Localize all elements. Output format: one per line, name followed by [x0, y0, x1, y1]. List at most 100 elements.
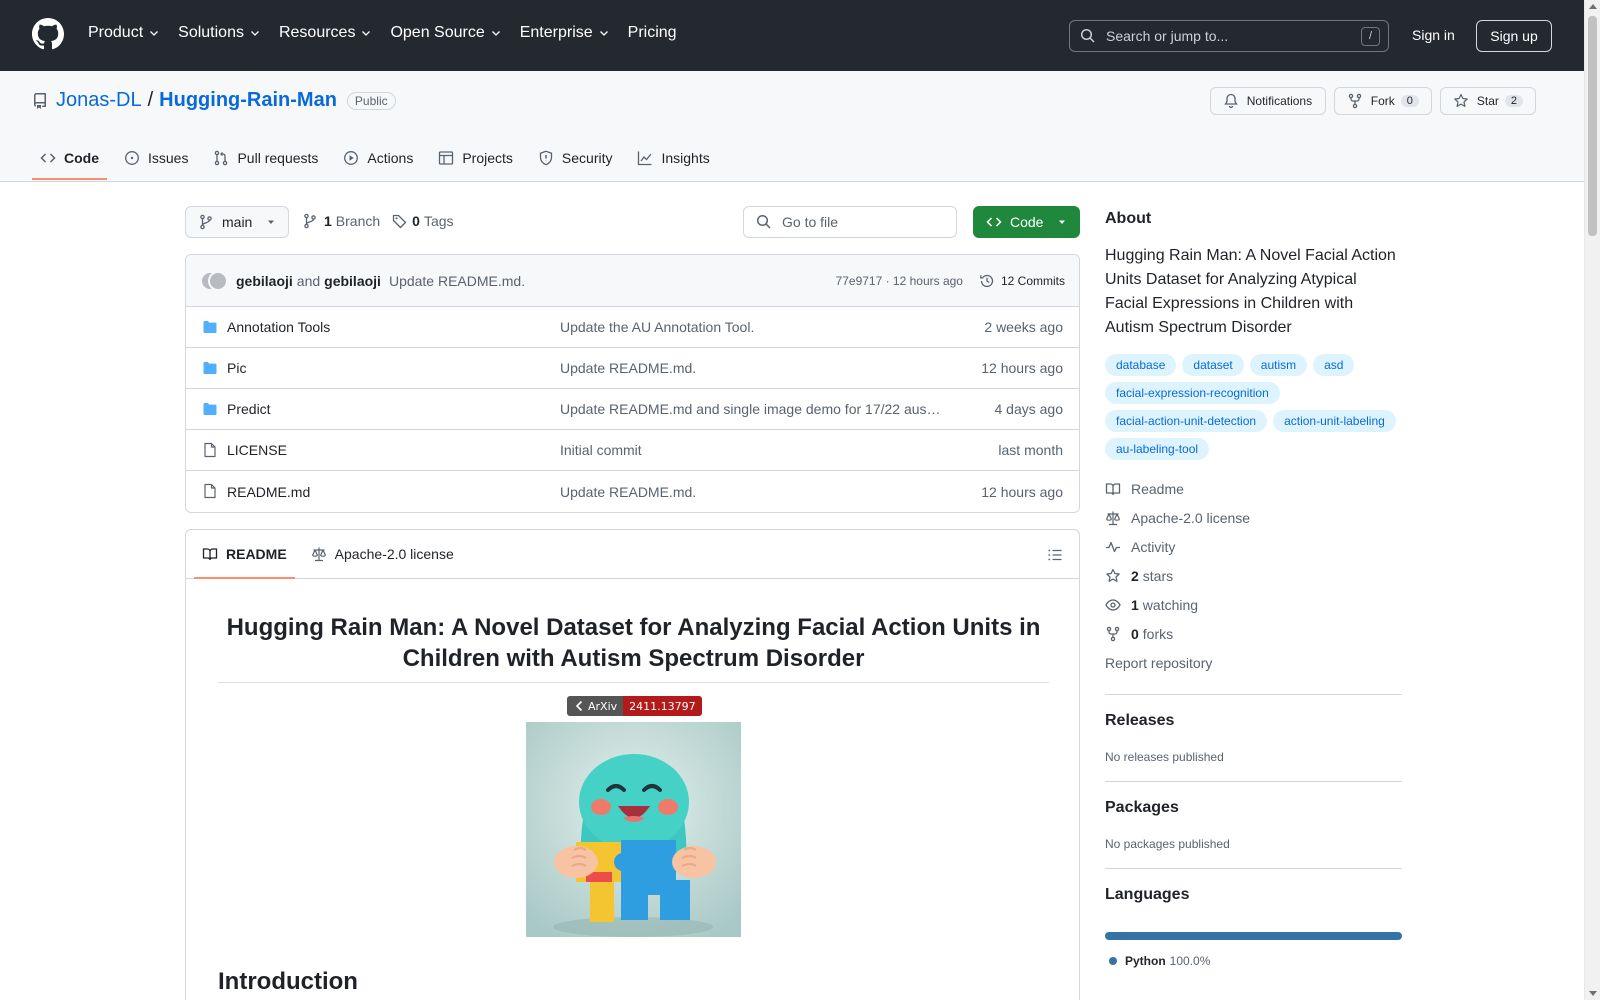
tab-label: README [226, 546, 287, 562]
file-row[interactable]: LICENSE Initial commit last month [186, 430, 1079, 471]
file-icon-wrap [202, 483, 218, 499]
file-name[interactable]: Pic [227, 360, 246, 376]
file-commit-message[interactable]: Update the AU Annotation Tool. [560, 319, 945, 335]
report-repository-link[interactable]: Report repository [1105, 648, 1402, 677]
code-icon [40, 153, 56, 163]
scrollbar-thumb[interactable] [1588, 16, 1597, 236]
packages-heading[interactable]: Packages [1105, 799, 1402, 817]
watching-link[interactable]: 1 watching [1105, 590, 1402, 619]
tags-link[interactable]: 0 Tags [392, 213, 454, 229]
file-commit-message[interactable]: Update README.md and single image demo f… [560, 401, 945, 417]
file-icon [204, 483, 216, 499]
tab-actions[interactable]: Actions [335, 136, 421, 180]
tab-security[interactable]: Security [530, 136, 621, 180]
repo-owner-link[interactable]: Jonas-DL [56, 89, 142, 112]
nav-pricing[interactable]: Pricing [628, 24, 677, 42]
arxiv-badge[interactable]: ArXiv 2411.13797 [567, 696, 702, 716]
page-scrollbar[interactable] [1584, 0, 1600, 1000]
topic-tag[interactable]: facial-action-unit-detection [1105, 410, 1268, 432]
table-icon [439, 151, 454, 165]
arxiv-badge-label: ArXiv [567, 696, 624, 716]
search-input[interactable]: Search or jump to... / [1069, 20, 1389, 52]
topic-tag[interactable]: autism [1249, 354, 1308, 376]
watching-count: 1 [1131, 596, 1139, 613]
notifications-button[interactable]: Notifications [1209, 87, 1326, 115]
topic-tag[interactable]: action-unit-labeling [1273, 410, 1396, 432]
nav-product[interactable]: Product [88, 24, 160, 42]
topic-tag[interactable]: asd [1313, 354, 1355, 376]
file-commit-message[interactable]: Update README.md. [560, 360, 945, 376]
topic-tag[interactable]: database [1105, 354, 1177, 376]
commit-author[interactable]: gebilaoji [236, 273, 293, 289]
readme-panel: README Apache-2.0 license Hugging Rain M… [185, 529, 1080, 1000]
file-date: 12 hours ago [981, 360, 1063, 376]
sign-in-link[interactable]: Sign in [1412, 27, 1455, 43]
file-row[interactable]: Annotation Tools Update the AU Annotation… [186, 307, 1079, 348]
license-link[interactable]: Apache-2.0 license [1105, 503, 1402, 532]
star-count: 2 [1504, 95, 1523, 107]
file-name[interactable]: Annotation Tools [227, 319, 330, 335]
tab-license[interactable]: Apache-2.0 license [303, 530, 462, 579]
list-unordered-icon[interactable] [1047, 547, 1063, 563]
tab-projects[interactable]: Projects [430, 136, 521, 180]
scroll-up-icon[interactable] [1589, 4, 1597, 9]
branches-link[interactable]: 1 Branch [302, 213, 380, 229]
file-date: 2 weeks ago [984, 319, 1063, 335]
star-icon [1106, 568, 1120, 582]
go-to-file-input[interactable]: Go to file [743, 206, 957, 238]
tab-readme[interactable]: README [194, 530, 295, 579]
commits-link[interactable]: 12 Commits [979, 273, 1065, 289]
stars-link[interactable]: 2 stars [1105, 561, 1402, 590]
folder-icon [203, 321, 217, 333]
tab-label: Actions [367, 150, 414, 166]
branch-stats: 1 Branch 0 Tags [302, 213, 466, 229]
topic-tag[interactable]: au-labeling-tool [1105, 438, 1210, 460]
code-button[interactable]: Code [973, 206, 1080, 238]
repo-name-link[interactable]: Hugging-Rain-Man [159, 89, 337, 112]
tab-issues[interactable]: Issues [116, 136, 196, 180]
repo-actions: Notifications Fork 0 Star 2 [1209, 87, 1536, 115]
topic-tag[interactable]: facial-expression-recognition [1105, 382, 1280, 404]
file-row[interactable]: README.md Update README.md. 12 hours ago [186, 471, 1079, 512]
activity-link[interactable]: Activity [1105, 532, 1402, 561]
nav-enterprise[interactable]: Enterprise [520, 24, 610, 42]
language-item[interactable]: Python 100.0% [1105, 954, 1402, 968]
book-icon [202, 548, 218, 561]
link-label: stars [1142, 567, 1174, 584]
forks-link[interactable]: 0 forks [1105, 619, 1402, 648]
commits-count: 12 Commits [1000, 273, 1065, 288]
tab-pull-requests[interactable]: Pull requests [205, 136, 326, 180]
branch-selector[interactable]: main [185, 206, 289, 238]
file-row[interactable]: Predict Update README.md and single image… [186, 389, 1079, 430]
commit-meta: 77e9717 · 12 hours ago 12 Commits [836, 273, 1065, 289]
commit-message[interactable]: Update README.md. [389, 273, 525, 289]
tab-insights[interactable]: Insights [629, 136, 717, 180]
topic-tag[interactable]: dataset [1182, 354, 1244, 376]
tab-label: Issues [148, 150, 189, 166]
file-name[interactable]: README.md [227, 484, 310, 500]
nav-solutions[interactable]: Solutions [178, 24, 261, 42]
file-name[interactable]: Predict [227, 401, 271, 417]
file-commit-message[interactable]: Initial commit [560, 442, 945, 458]
commit-coauthor[interactable]: gebilaoji [324, 273, 381, 289]
nav-open-source[interactable]: Open Source [390, 24, 501, 42]
nav-resources[interactable]: Resources [279, 24, 372, 42]
topics-list: database dataset autism asd facial-expressio… [1105, 354, 1402, 460]
file-row[interactable]: Pic Update README.md. 12 hours ago [186, 348, 1079, 389]
releases-heading[interactable]: Releases [1105, 712, 1402, 730]
fork-button[interactable]: Fork 0 [1333, 87, 1432, 115]
readme-link[interactable]: Readme [1105, 474, 1402, 503]
nav-label: Open Source [390, 24, 485, 41]
scroll-down-icon[interactable] [1589, 991, 1597, 996]
file-commit-message[interactable]: Update README.md. [560, 484, 945, 500]
sign-up-button[interactable]: Sign up [1476, 20, 1552, 52]
commit-hash-time[interactable]: 77e9717 · 12 hours ago [836, 274, 963, 288]
forks-count: 0 [1131, 625, 1139, 642]
stars-count: 2 [1131, 567, 1139, 584]
github-logo-icon[interactable] [32, 18, 64, 50]
search-shortcut-key: / [1361, 27, 1380, 46]
file-name[interactable]: LICENSE [227, 442, 287, 458]
tab-code[interactable]: Code [32, 136, 107, 180]
fork-icon [1106, 626, 1120, 641]
star-button[interactable]: Star 2 [1439, 87, 1536, 115]
